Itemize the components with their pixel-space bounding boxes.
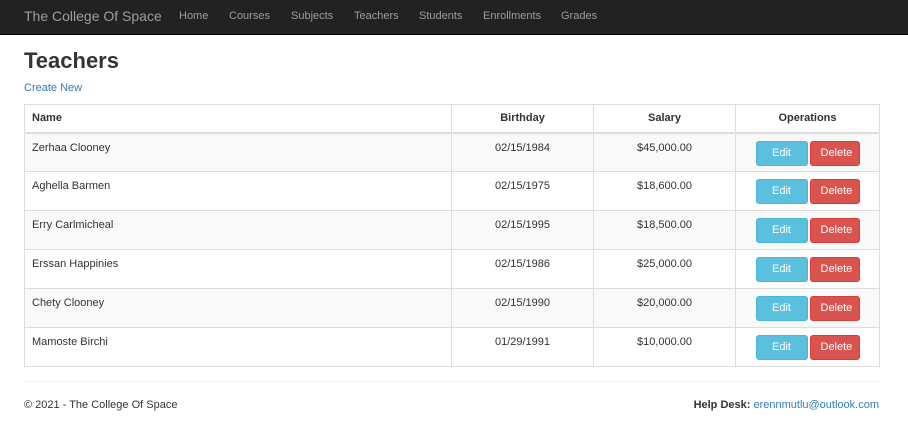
teacher-birthday: 02/15/1986 <box>451 249 594 289</box>
nav-item-grades[interactable]: Grades <box>561 10 597 22</box>
row-operations: Edit Delete <box>735 249 880 289</box>
table-row: Chety Clooney 02/15/1990 $20,000.00 Edit… <box>24 288 880 328</box>
table-row: Erssan Happinies 02/15/1986 $25,000.00 E… <box>24 249 880 289</box>
row-operations: Edit Delete <box>735 171 880 211</box>
row-operations: Edit Delete <box>735 288 880 328</box>
edit-button[interactable]: Edit <box>755 179 808 204</box>
help-desk-label: Help Desk: <box>693 399 751 411</box>
teacher-birthday: 02/15/1984 <box>451 132 594 172</box>
teacher-name: Chety Clooney <box>24 288 452 328</box>
teacher-salary: $45,000.00 <box>593 132 736 172</box>
footer-copyright: © 2021 - The College Of Space <box>24 399 178 411</box>
edit-button[interactable]: Edit <box>755 218 808 243</box>
header-birthday: Birthday <box>451 104 594 134</box>
delete-button[interactable]: Delete <box>809 218 860 243</box>
row-operations: Edit Delete <box>735 327 880 367</box>
nav-item-courses[interactable]: Courses <box>229 10 270 22</box>
header-salary: Salary <box>593 104 736 134</box>
header-name: Name <box>24 104 452 134</box>
help-desk-email-link[interactable]: erennmutlu@outlook.com <box>753 399 879 411</box>
teacher-name: Erry Carlmicheal <box>24 210 452 250</box>
delete-button[interactable]: Delete <box>809 179 860 204</box>
teacher-name: Aghella Barmen <box>24 171 452 211</box>
teacher-salary: $25,000.00 <box>593 249 736 289</box>
delete-button[interactable]: Delete <box>809 296 860 321</box>
nav-item-subjects[interactable]: Subjects <box>291 10 333 22</box>
page-title: Teachers <box>24 48 119 73</box>
teacher-name: Zerhaa Clooney <box>24 132 452 172</box>
edit-button[interactable]: Edit <box>755 140 808 166</box>
teacher-birthday: 01/29/1991 <box>451 327 594 367</box>
edit-button[interactable]: Edit <box>755 335 808 360</box>
table-header-row: Name Birthday Salary Operations <box>24 104 880 134</box>
teacher-name: Erssan Happinies <box>24 249 452 289</box>
table-row: Mamoste Birchi 01/29/1991 $10,000.00 Edi… <box>24 327 880 367</box>
table-row: Zerhaa Clooney 02/15/1984 $45,000.00 Edi… <box>24 132 880 172</box>
teacher-salary: $18,600.00 <box>593 171 736 211</box>
teacher-name: Mamoste Birchi <box>24 327 452 367</box>
nav-item-home[interactable]: Home <box>179 10 208 22</box>
header-operations: Operations <box>735 104 880 134</box>
teacher-birthday: 02/15/1975 <box>451 171 594 211</box>
nav-item-students[interactable]: Students <box>419 10 462 22</box>
table-row: Aghella Barmen 02/15/1975 $18,600.00 Edi… <box>24 171 880 211</box>
nav-item-teachers[interactable]: Teachers <box>354 10 399 22</box>
create-new-link[interactable]: Create New <box>24 82 82 94</box>
row-operations: Edit Delete <box>735 210 880 250</box>
edit-button[interactable]: Edit <box>755 257 808 282</box>
row-operations: Edit Delete <box>735 132 880 172</box>
footer-help-desk: Help Desk: erennmutlu@outlook.com <box>694 399 879 411</box>
nav-item-enrollments[interactable]: Enrollments <box>483 10 541 22</box>
table-row: Erry Carlmicheal 02/15/1995 $18,500.00 E… <box>24 210 880 250</box>
delete-button[interactable]: Delete <box>809 140 860 166</box>
teacher-birthday: 02/15/1990 <box>451 288 594 328</box>
delete-button[interactable]: Delete <box>809 335 860 360</box>
edit-button[interactable]: Edit <box>755 296 808 321</box>
teacher-birthday: 02/15/1995 <box>451 210 594 250</box>
teachers-table: Name Birthday Salary Operations Zerhaa C… <box>24 104 880 367</box>
delete-button[interactable]: Delete <box>809 257 860 282</box>
teacher-salary: $18,500.00 <box>593 210 736 250</box>
footer-divider <box>24 381 879 382</box>
navbar-brand[interactable]: The College Of Space <box>24 8 162 24</box>
teacher-salary: $10,000.00 <box>593 327 736 367</box>
navbar: The College Of Space Home Courses Subjec… <box>0 0 908 35</box>
teacher-salary: $20,000.00 <box>593 288 736 328</box>
